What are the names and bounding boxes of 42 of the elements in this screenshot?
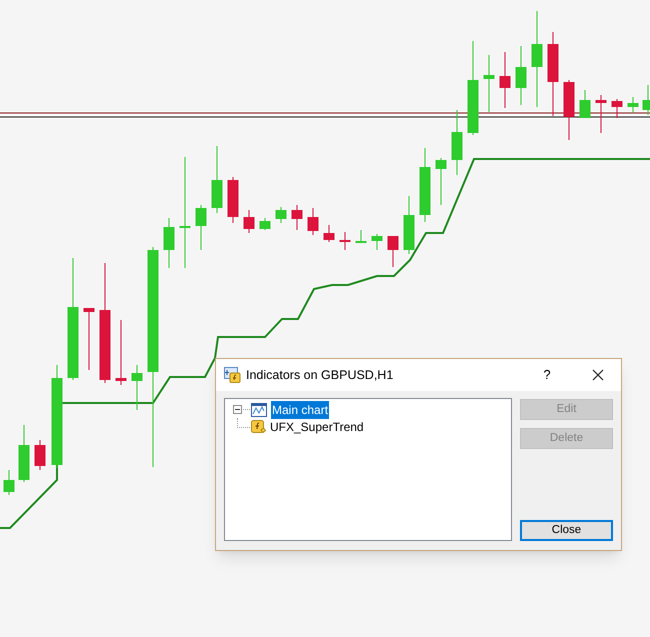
tree-item[interactable]: UFX_SuperTrend bbox=[269, 418, 365, 436]
window-title: Indicators on GBPUSD,H1 bbox=[246, 366, 394, 384]
candlestick bbox=[628, 96, 638, 114]
chart-window-icon bbox=[251, 402, 267, 416]
candlestick bbox=[500, 52, 510, 108]
candlestick bbox=[642, 84, 650, 116]
candlestick bbox=[164, 218, 174, 268]
candlestick bbox=[34, 440, 46, 470]
candlestick bbox=[4, 470, 14, 496]
candlestick bbox=[564, 80, 574, 140]
candlestick bbox=[516, 46, 526, 106]
candlestick bbox=[18, 424, 30, 482]
indicators-icon bbox=[224, 367, 241, 383]
candlestick bbox=[244, 210, 254, 234]
function-icon bbox=[251, 420, 266, 434]
candlestick bbox=[372, 234, 382, 250]
candlestick bbox=[196, 204, 206, 250]
candlestick bbox=[452, 110, 462, 176]
candlestick bbox=[356, 230, 366, 243]
candlestick bbox=[324, 224, 334, 242]
candlestick bbox=[484, 54, 494, 112]
candlestick bbox=[436, 158, 446, 206]
close-icon bbox=[592, 369, 604, 381]
help-button[interactable]: ? bbox=[524, 359, 570, 391]
candlestick bbox=[596, 94, 606, 134]
collapse-icon[interactable] bbox=[233, 405, 242, 414]
candlestick bbox=[388, 236, 398, 268]
candlestick bbox=[260, 218, 270, 230]
candlestick bbox=[292, 204, 302, 230]
candlestick bbox=[84, 308, 94, 370]
candlestick bbox=[116, 320, 126, 386]
candlestick bbox=[404, 196, 414, 254]
dialog-button[interactable]: Close bbox=[520, 520, 613, 541]
candlestick bbox=[580, 90, 590, 118]
tree-item[interactable]: Main chart bbox=[271, 400, 330, 418]
candlestick bbox=[276, 206, 286, 224]
candlestick bbox=[340, 232, 350, 250]
candlestick bbox=[228, 176, 238, 224]
candlestick bbox=[612, 98, 622, 118]
candlestick bbox=[308, 208, 318, 236]
candlestick bbox=[212, 146, 222, 214]
candlestick bbox=[132, 364, 142, 410]
